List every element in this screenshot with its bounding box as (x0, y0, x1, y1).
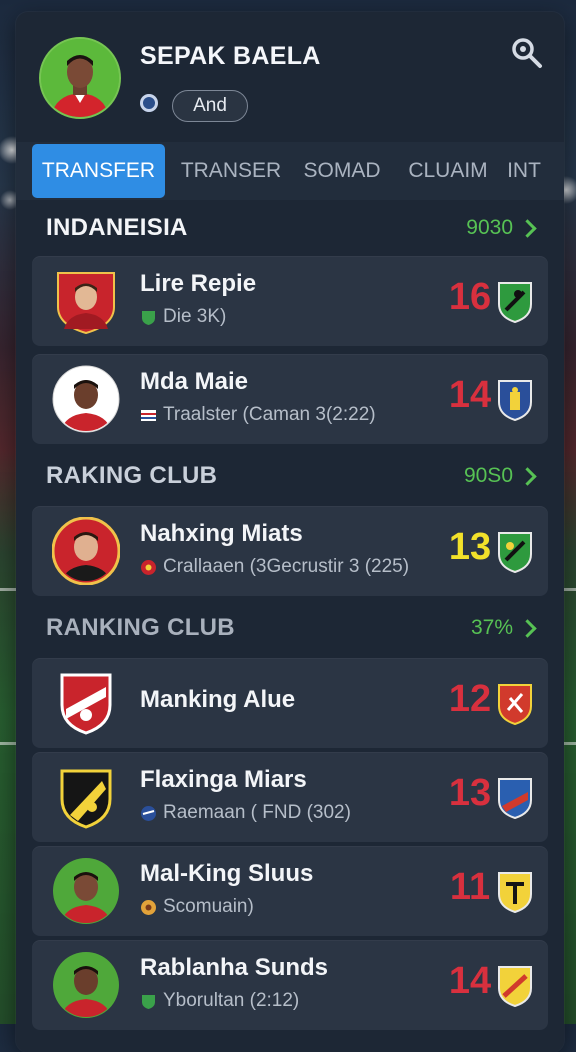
flag-icon (140, 407, 157, 424)
chevron-right-icon (518, 218, 537, 238)
club-crest (52, 763, 120, 831)
club-icon (140, 309, 157, 326)
player-name: Nahxing Miats (140, 520, 303, 547)
team-badge-icon (140, 94, 158, 112)
tab-somad[interactable]: SOMAD (294, 144, 390, 198)
club-icon (140, 899, 157, 916)
tab-cluaim[interactable]: CLUAIM (398, 144, 498, 198)
player-name: Rablanha Sunds (140, 954, 329, 981)
player-subtitle-text: Scomuain) (163, 896, 254, 917)
player-subtitle-text: Crallaaen (3Gecrustir 3 (225) (163, 556, 410, 577)
blue-red-shield-icon (496, 776, 534, 820)
player-card[interactable]: Lire Repie Die 3K) 16 (32, 256, 548, 346)
player-subtitle-text: Traalster (Caman 3(2:22) (163, 404, 376, 425)
chevron-right-icon (518, 618, 537, 638)
profile-avatar[interactable] (39, 37, 121, 119)
club-crest (52, 669, 120, 737)
section-header: RAKING CLUB 90S0 (16, 458, 564, 498)
player-avatar (52, 951, 120, 1019)
section-header: INDANEISIA 9030 (16, 210, 564, 250)
player-card[interactable]: Mda Maie Traalster (Caman 3(2:22) 14 (32, 354, 548, 444)
player-name: Manking Alue (140, 686, 296, 713)
player-avatar (51, 516, 121, 586)
club-icon (140, 559, 157, 576)
yellow-red-shield-icon (496, 964, 534, 1008)
player-avatar (52, 365, 120, 433)
player-card[interactable]: Flaxinga Miars Raemaan ( FND (302) 13 (32, 752, 548, 842)
green-shield-icon (496, 280, 534, 324)
player-subtitle: Yborultan (2:12) (140, 990, 299, 1012)
header: SEPAK BAELA And (16, 12, 564, 142)
section-title: RANKING CLUB (46, 614, 235, 641)
section-title: RAKING CLUB (46, 462, 218, 489)
section-link-label: 9030 (466, 216, 513, 239)
club-icon (140, 805, 157, 822)
player-number: 14 (448, 960, 492, 1002)
section-title: INDANEISIA (46, 214, 188, 241)
section-header: RANKING CLUB 37% (16, 610, 564, 650)
filter-chip[interactable]: And (172, 90, 248, 122)
player-subtitle: Crallaaen (3Gecrustir 3 (225) (140, 556, 409, 578)
app-title: SEPAK BAELA (140, 42, 321, 70)
player-subtitle-text: Die 3K) (163, 306, 227, 327)
player-subtitle-text: Raemaan ( FND (302) (163, 802, 351, 823)
player-subtitle: Die 3K) (140, 306, 226, 328)
section-see-all-link[interactable]: 90S0 (463, 464, 537, 488)
player-name: Mal-King Sluus (140, 860, 314, 887)
tab-bar: TRANSFER TRANSER SOMAD CLUAIM INT (16, 142, 564, 200)
blue-shield-icon (496, 378, 534, 422)
section-see-all-link[interactable]: 9030 (466, 216, 537, 240)
player-subtitle: Traalster (Caman 3(2:22) (140, 404, 376, 426)
section-link-label: 90S0 (463, 464, 513, 487)
player-card[interactable]: Nahxing Miats Crallaaen (3Gecrustir 3 (2… (32, 506, 548, 596)
tab-transer[interactable]: TRANSER (176, 144, 286, 198)
player-subtitle-text: Yborultan (2:12) (163, 990, 300, 1011)
chevron-right-icon (518, 466, 537, 486)
player-card[interactable]: Mal-King Sluus Scomuain) 11 (32, 846, 548, 936)
player-number: 13 (448, 526, 492, 568)
player-name: Flaxinga Miars (140, 766, 307, 793)
search-button[interactable] (510, 36, 544, 70)
tab-transfer[interactable]: TRANSFER (32, 144, 165, 198)
player-number: 12 (448, 678, 492, 720)
player-card[interactable]: Manking Alue 12 (32, 658, 548, 748)
player-avatar (52, 267, 120, 335)
player-subtitle: Scomuain) (140, 896, 254, 918)
player-avatar (52, 857, 120, 925)
section-link-label: 37% (470, 616, 513, 639)
player-number: 13 (448, 772, 492, 814)
player-number: 11 (449, 866, 491, 908)
player-number: 16 (448, 276, 492, 318)
club-icon (140, 993, 157, 1010)
search-icon (512, 38, 542, 68)
player-name: Lire Repie (140, 270, 257, 297)
player-card[interactable]: Rablanha Sunds Yborultan (2:12) 14 (32, 940, 548, 1030)
player-name: Mda Maie (140, 368, 249, 395)
yellow-shield-icon (496, 870, 534, 914)
red-shield-icon (496, 682, 534, 726)
section-see-all-link[interactable]: 37% (470, 616, 537, 640)
player-number: 14 (448, 374, 492, 416)
main-panel: SEPAK BAELA And TRANSFER TRANSER SOMAD C… (16, 12, 564, 1052)
tab-int[interactable]: INT (502, 144, 546, 198)
green-shield-icon (496, 530, 534, 574)
player-subtitle: Raemaan ( FND (302) (140, 802, 351, 824)
